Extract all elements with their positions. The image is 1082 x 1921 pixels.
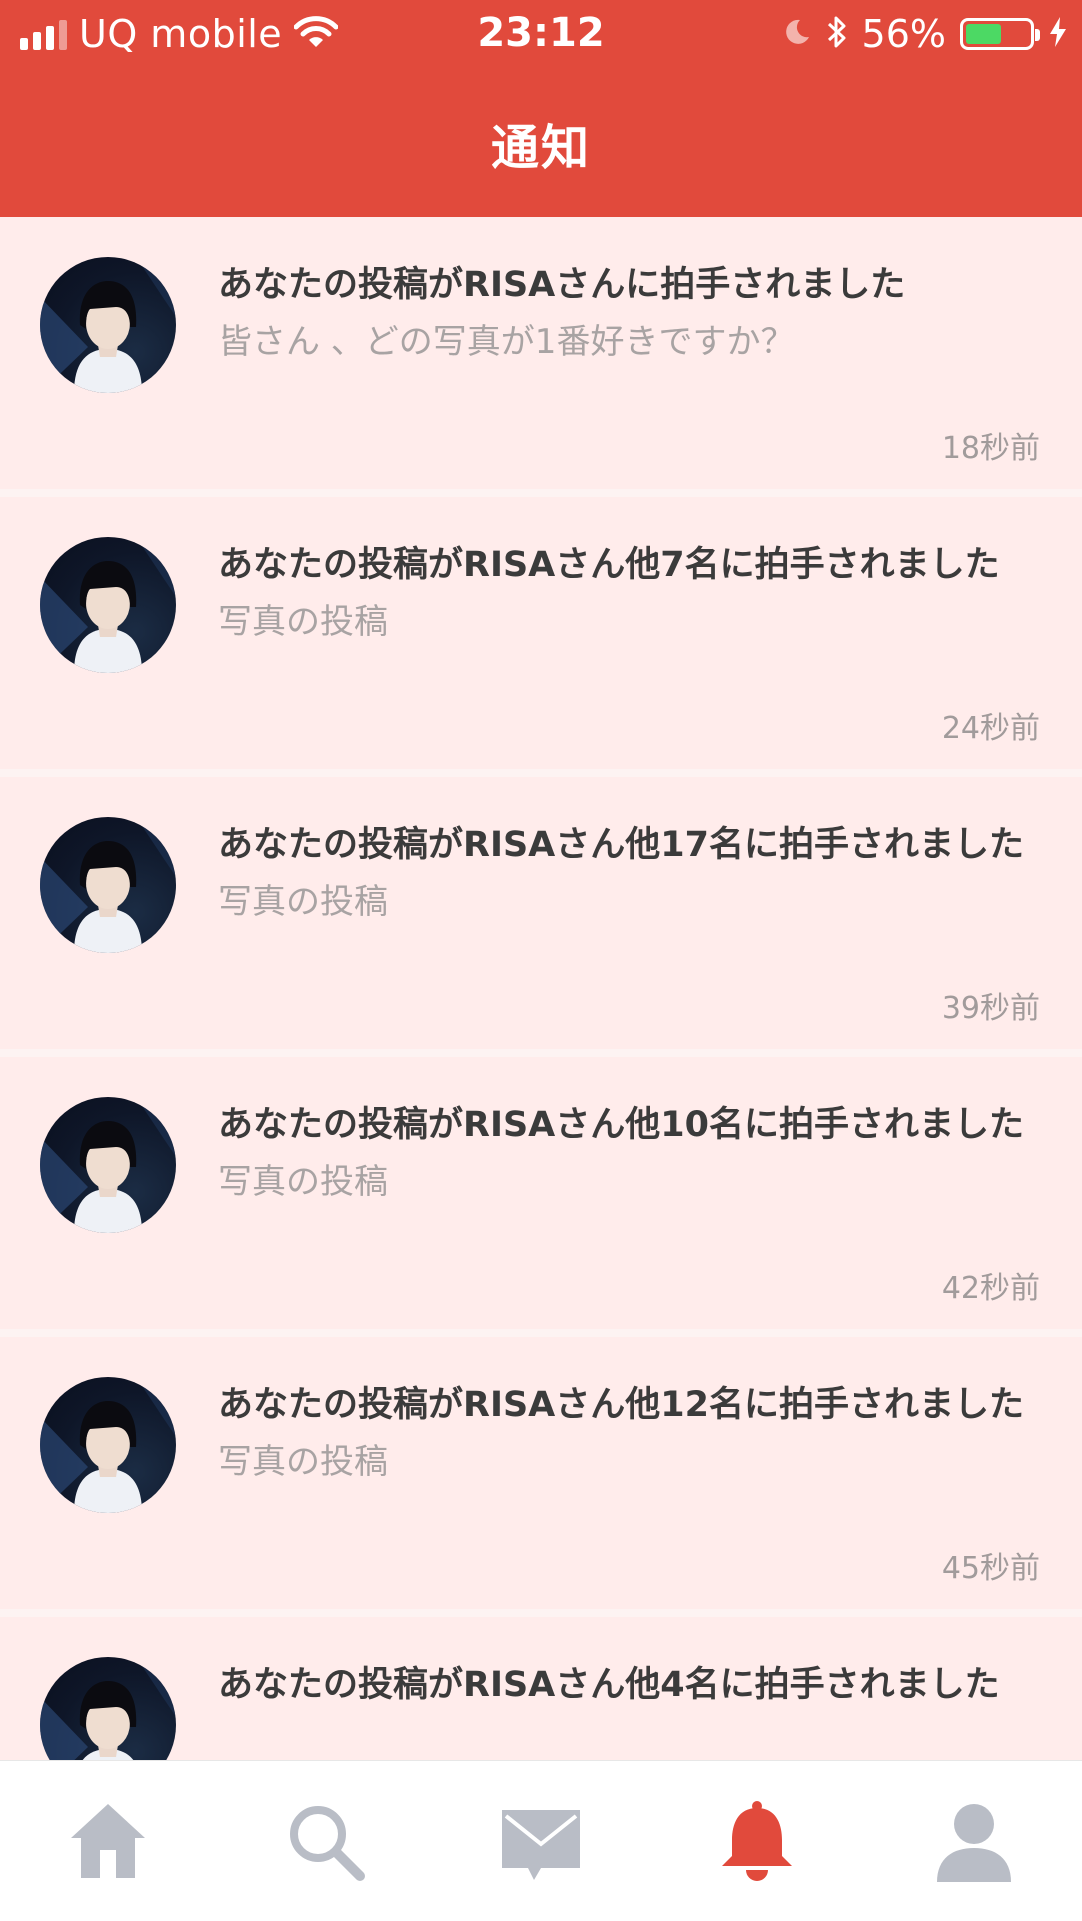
tab-profile[interactable] xyxy=(909,1776,1039,1906)
avatar[interactable] xyxy=(40,257,176,393)
bell-icon xyxy=(722,1801,793,1881)
notification-texts: あなたの投稿がRISAさん他4名に拍手されました xyxy=(218,1661,1038,1709)
moon-icon xyxy=(782,17,812,51)
status-bar: UQ mobile 23:12 56% xyxy=(0,0,1082,70)
notification-time: 18秒前 xyxy=(941,431,1040,466)
notification-texts: あなたの投稿がRISAさん他10名に拍手されました 写真の投稿 xyxy=(218,1101,1038,1205)
header-bar: UQ mobile 23:12 56% 通知 xyxy=(0,0,1082,217)
notification-item[interactable]: あなたの投稿がRISAさん他12名に拍手されました 写真の投稿 45秒前 xyxy=(0,1337,1082,1617)
search-icon xyxy=(289,1806,365,1881)
notification-title: あなたの投稿がRISAさん他10名に拍手されました xyxy=(218,1105,1024,1145)
tab-home[interactable] xyxy=(43,1776,173,1906)
notification-time: 45秒前 xyxy=(941,1551,1040,1586)
notification-time: 39秒前 xyxy=(941,991,1040,1026)
tab-messages[interactable] xyxy=(476,1776,606,1906)
profile-icon xyxy=(936,1804,1011,1882)
notification-texts: あなたの投稿がRISAさん他7名に拍手されました 写真の投稿 xyxy=(218,541,1038,645)
avatar[interactable] xyxy=(40,1377,176,1513)
avatar[interactable] xyxy=(40,537,176,673)
home-icon xyxy=(71,1804,146,1878)
notification-title: あなたの投稿がRISAさんに拍手されました xyxy=(218,265,906,305)
notification-texts: あなたの投稿がRISAさん他12名に拍手されました 写真の投稿 xyxy=(218,1381,1038,1485)
avatar[interactable] xyxy=(40,1097,176,1233)
notification-subtitle: 写真の投稿 xyxy=(218,1162,388,1202)
notification-subtitle: 写真の投稿 xyxy=(218,602,388,642)
notification-list[interactable]: あなたの投稿がRISAさんに拍手されました 皆さん 、どの写真が1番好きですか？… xyxy=(0,217,1082,1760)
notification-item[interactable]: あなたの投稿がRISAさん他4名に拍手されました xyxy=(0,1617,1082,1760)
charging-icon xyxy=(1048,15,1068,53)
notification-texts: あなたの投稿がRISAさんに拍手されました 皆さん 、どの写真が1番好きですか？ xyxy=(218,261,1038,365)
notification-title: あなたの投稿がRISAさん他17名に拍手されました xyxy=(218,825,1024,865)
mail-icon xyxy=(501,1810,580,1880)
page-title: 通知 xyxy=(490,120,591,176)
notification-subtitle: 写真の投稿 xyxy=(218,882,388,922)
battery-fill xyxy=(966,24,1001,44)
battery-icon xyxy=(960,18,1040,50)
notification-title: あなたの投稿がRISAさん他12名に拍手されました xyxy=(218,1385,1024,1425)
notification-subtitle: 皆さん 、どの写真が1番好きですか？ xyxy=(218,322,795,362)
notification-title: あなたの投稿がRISAさん他4名に拍手されました xyxy=(218,1665,1000,1705)
avatar[interactable] xyxy=(40,817,176,953)
notification-time: 42秒前 xyxy=(941,1271,1040,1306)
tab-bar xyxy=(0,1760,1082,1921)
notification-time: 24秒前 xyxy=(941,711,1040,746)
notification-item[interactable]: あなたの投稿がRISAさん他7名に拍手されました 写真の投稿 24秒前 xyxy=(0,497,1082,777)
notification-title: あなたの投稿がRISAさん他7名に拍手されました xyxy=(218,545,1000,585)
tab-search[interactable] xyxy=(260,1776,390,1906)
avatar[interactable] xyxy=(40,1657,176,1760)
notification-item[interactable]: あなたの投稿がRISAさん他10名に拍手されました 写真の投稿 42秒前 xyxy=(0,1057,1082,1337)
notification-subtitle: 写真の投稿 xyxy=(218,1442,388,1482)
notification-texts: あなたの投稿がRISAさん他17名に拍手されました 写真の投稿 xyxy=(218,821,1038,925)
battery-percent: 56% xyxy=(861,12,946,56)
tab-notifications[interactable] xyxy=(692,1776,822,1906)
bluetooth-icon xyxy=(826,14,848,54)
status-right: 56% xyxy=(782,12,1068,56)
notification-item[interactable]: あなたの投稿がRISAさんに拍手されました 皆さん 、どの写真が1番好きですか？… xyxy=(0,217,1082,497)
notification-item[interactable]: あなたの投稿がRISAさん他17名に拍手されました 写真の投稿 39秒前 xyxy=(0,777,1082,1057)
